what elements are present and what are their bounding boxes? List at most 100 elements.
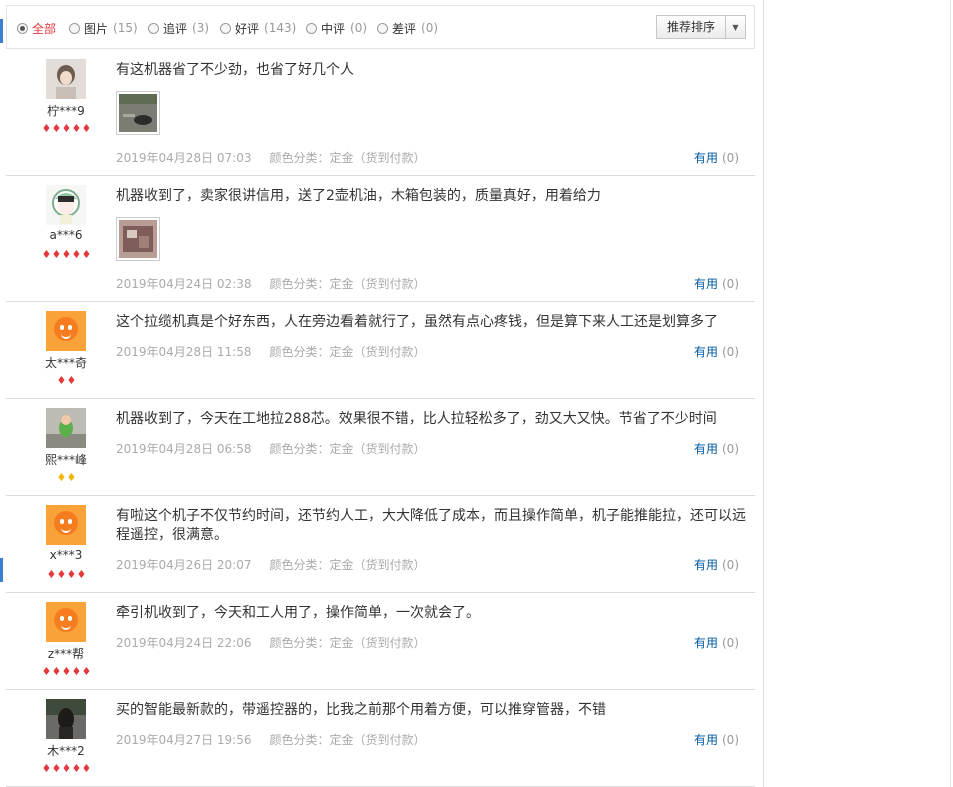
- review-text: 有这机器省了不少劲，也省了好几个人: [116, 62, 354, 78]
- rating-icons: [26, 123, 106, 136]
- rating-icon: [67, 472, 77, 484]
- filter-count: (3): [192, 21, 210, 35]
- rating-icon: [42, 249, 52, 261]
- useful-label[interactable]: 有用: [694, 636, 718, 650]
- useful-button[interactable]: 有用 (0): [694, 634, 739, 651]
- left-accent-bar: [0, 19, 3, 43]
- useful-count: (0): [722, 442, 739, 456]
- filter-neutral[interactable]: 中评 (0): [306, 19, 367, 37]
- radio-icon[interactable]: [306, 22, 317, 34]
- useful-button[interactable]: 有用 (0): [694, 556, 739, 573]
- review-item: a***6 机器收到了，卖家很讲信用，送了2壶机油，木箱包装的，质量真好，用着给…: [6, 176, 755, 302]
- useful-label[interactable]: 有用: [694, 558, 718, 572]
- useful-count: (0): [722, 277, 739, 291]
- filter-count: (0): [421, 21, 439, 35]
- filter-negative[interactable]: 差评 (0): [377, 19, 438, 37]
- avatar[interactable]: [46, 505, 86, 545]
- rating-icon: [72, 249, 82, 261]
- rating-icon: [52, 249, 62, 261]
- useful-button[interactable]: 有用 (0): [694, 275, 739, 292]
- review-meta: 2019年04月28日 07:03 颜色分类：定金（货到付款）: [116, 149, 426, 166]
- review-text: 有啦这个机子不仅节约时间，还节约人工，大大降低了成本，而且操作简单，机子能推能拉…: [116, 508, 746, 543]
- avatar[interactable]: [46, 602, 86, 642]
- radio-icon[interactable]: [69, 22, 80, 34]
- review-photo-thumbnail[interactable]: [116, 217, 160, 261]
- radio-icon[interactable]: [220, 22, 231, 34]
- username: z***帮: [47, 647, 85, 661]
- username: 太***奇: [44, 356, 87, 370]
- review-color-class: 颜色分类：定金（货到付款）: [269, 558, 426, 572]
- filter-count: (0): [350, 21, 368, 35]
- review-text: 机器收到了，卖家很讲信用，送了2壶机油，木箱包装的，质量真好，用着给力: [116, 188, 601, 204]
- avatar[interactable]: [46, 185, 86, 225]
- review-item: x***3 有啦这个机子不仅节约时间，还节约人工，大大降低了成本，而且操作简单，…: [6, 496, 755, 593]
- rating-icon: [62, 666, 72, 678]
- useful-label[interactable]: 有用: [694, 277, 718, 291]
- rating-icons: [26, 249, 106, 262]
- rating-icon: [47, 569, 57, 581]
- rating-icon: [52, 763, 62, 775]
- review-date: 2019年04月26日 20:07: [116, 558, 252, 572]
- rating-icon: [52, 666, 62, 678]
- sort-dropdown[interactable]: 推荐排序 ▼: [656, 15, 746, 39]
- useful-button[interactable]: 有用 (0): [694, 731, 739, 748]
- rating-icon: [42, 666, 52, 678]
- useful-label[interactable]: 有用: [694, 345, 718, 359]
- rating-icon: [42, 763, 52, 775]
- review-color-class: 颜色分类：定金（货到付款）: [269, 345, 426, 359]
- filter-count: (143): [264, 21, 297, 35]
- useful-label[interactable]: 有用: [694, 151, 718, 165]
- avatar[interactable]: [46, 59, 86, 99]
- review-meta: 2019年04月24日 22:06 颜色分类：定金（货到付款）: [116, 634, 426, 651]
- avatar[interactable]: [46, 408, 86, 448]
- filter-images[interactable]: 图片 (15): [69, 19, 138, 37]
- review-date: 2019年04月28日 07:03: [116, 151, 252, 165]
- review-item: 柠***9 有这机器省了不少劲，也省了好几个人 2019年04月28日 07:0…: [6, 50, 755, 176]
- radio-icon[interactable]: [377, 22, 388, 34]
- rating-icon: [72, 666, 82, 678]
- rating-icon: [82, 249, 92, 261]
- useful-button[interactable]: 有用 (0): [694, 149, 739, 166]
- review-photo-thumbnail[interactable]: [116, 91, 160, 135]
- review-date: 2019年04月28日 06:58: [116, 442, 252, 456]
- rating-icon: [72, 763, 82, 775]
- avatar[interactable]: [46, 311, 86, 351]
- rating-icon: [62, 123, 72, 135]
- rating-icon: [77, 569, 87, 581]
- useful-label[interactable]: 有用: [694, 733, 718, 747]
- chevron-down-icon[interactable]: ▼: [726, 23, 745, 32]
- rating-icon: [57, 472, 67, 484]
- right-border: [763, 0, 764, 787]
- username: a***6: [49, 228, 83, 242]
- useful-count: (0): [722, 733, 739, 747]
- rating-icon: [57, 569, 67, 581]
- review-color-class: 颜色分类：定金（货到付款）: [269, 733, 426, 747]
- radio-icon[interactable]: [17, 22, 28, 34]
- review-meta: 2019年04月24日 02:38 颜色分类：定金（货到付款）: [116, 275, 426, 292]
- avatar[interactable]: [46, 699, 86, 739]
- review-date: 2019年04月24日 22:06: [116, 636, 252, 650]
- review-item: 太***奇 这个拉缆机真是个好东西，人在旁边看着就行了，虽然有点心疼钱，但是算下…: [6, 302, 755, 399]
- review-item: 熙***峰 机器收到了，今天在工地拉288芯。效果很不错，比人拉轻松多了，劲又大…: [6, 399, 755, 496]
- radio-icon[interactable]: [148, 22, 159, 34]
- useful-count: (0): [722, 345, 739, 359]
- useful-label[interactable]: 有用: [694, 442, 718, 456]
- sort-label: 推荐排序: [657, 16, 726, 38]
- rating-icons: [26, 375, 106, 388]
- review-meta: 2019年04月26日 20:07 颜色分类：定金（货到付款）: [116, 556, 426, 573]
- filter-label: 差评: [392, 21, 417, 36]
- filter-all[interactable]: 全部: [17, 19, 56, 37]
- username: 柠***9: [47, 104, 85, 118]
- username: 熙***峰: [44, 453, 87, 467]
- review-item: 木***2 买的智能最新款的，带遥控器的，比我之前那个用着方便，可以推穿管器，不…: [6, 690, 755, 787]
- rating-icon: [62, 763, 72, 775]
- useful-button[interactable]: 有用 (0): [694, 343, 739, 360]
- filter-positive[interactable]: 好评 (143): [220, 19, 296, 37]
- rating-icon: [82, 763, 92, 775]
- review-text: 买的智能最新款的，带遥控器的，比我之前那个用着方便，可以推穿管器，不错: [116, 702, 606, 718]
- review-color-class: 颜色分类：定金（货到付款）: [269, 277, 426, 291]
- useful-count: (0): [722, 151, 739, 165]
- useful-button[interactable]: 有用 (0): [694, 440, 739, 457]
- rating-icon: [42, 123, 52, 135]
- filter-followup[interactable]: 追评 (3): [148, 19, 209, 37]
